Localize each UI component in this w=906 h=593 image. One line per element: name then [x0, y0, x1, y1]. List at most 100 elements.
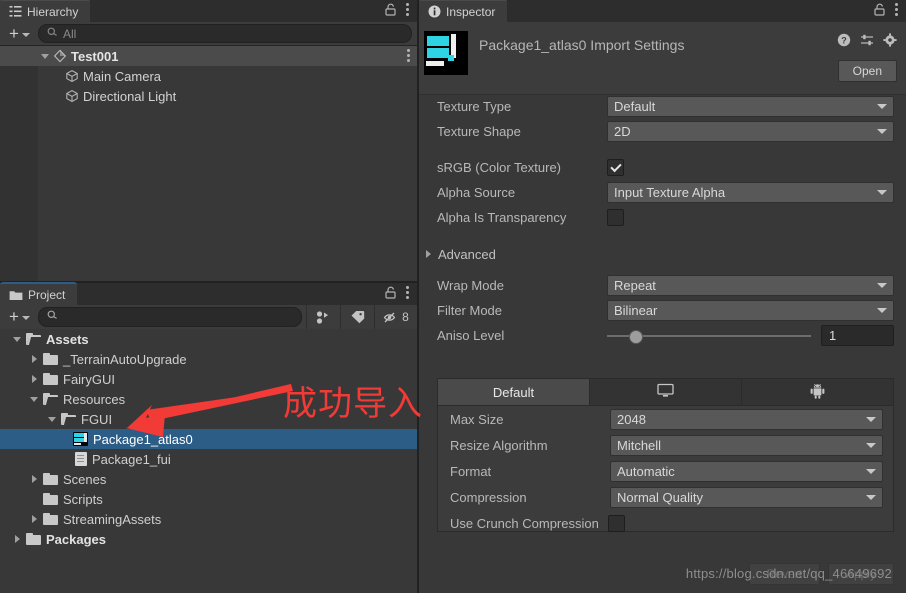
- chevron-down-icon: [41, 54, 49, 59]
- project-item-label: StreamingAssets: [63, 512, 161, 527]
- inspector-body: Texture Type Default Texture Shape 2D sR…: [419, 94, 906, 593]
- max-size-dropdown[interactable]: 2048: [610, 409, 883, 430]
- lock-icon[interactable]: [873, 3, 886, 16]
- hierarchy-item-main-camera[interactable]: Main Camera: [0, 66, 417, 86]
- create-asset-button[interactable]: +: [0, 308, 38, 327]
- project-item-streamingassets[interactable]: StreamingAssets: [0, 509, 417, 529]
- unity-scene-icon: [53, 49, 67, 63]
- assets-expand-toggle[interactable]: [10, 337, 24, 342]
- text-asset-icon: [75, 452, 87, 466]
- lock-icon[interactable]: [384, 286, 397, 299]
- chevron-down-icon: [48, 417, 56, 422]
- expand-toggle[interactable]: [27, 475, 41, 483]
- resize-algorithm-dropdown[interactable]: Mitchell: [610, 435, 883, 456]
- inspector-header: Package1_atlas0 Import Settings ?: [419, 22, 906, 95]
- chevron-right-icon: [15, 535, 20, 543]
- scene-expand-toggle[interactable]: [38, 54, 52, 59]
- project-search-input[interactable]: [38, 307, 302, 327]
- project-item-label: _TerrainAutoUpgrade: [63, 352, 187, 367]
- advanced-label: Advanced: [438, 247, 496, 262]
- lock-icon[interactable]: [384, 3, 397, 16]
- preset-icon[interactable]: [860, 33, 874, 50]
- dropdown-value: Input Texture Alpha: [614, 185, 725, 200]
- dropdown-value: Default: [614, 99, 655, 114]
- chevron-down-icon: [866, 495, 876, 500]
- srgb-checkbox[interactable]: [607, 159, 624, 176]
- aniso-level-slider[interactable]: 1: [607, 325, 894, 346]
- field-label: sRGB (Color Texture): [437, 160, 607, 175]
- project-item-package1-atlas0[interactable]: Package1_atlas0: [0, 429, 417, 449]
- compression-dropdown[interactable]: Normal Quality: [610, 487, 883, 508]
- alpha-source-dropdown[interactable]: Input Texture Alpha: [607, 182, 894, 203]
- hierarchy-item-label: Main Camera: [83, 69, 161, 84]
- expand-toggle[interactable]: [27, 355, 41, 363]
- project-item-packages[interactable]: Packages: [0, 529, 417, 549]
- hierarchy-item-directional-light[interactable]: Directional Light: [0, 86, 417, 106]
- chevron-down-icon: [877, 308, 887, 313]
- expand-toggle[interactable]: [27, 515, 41, 523]
- project-item-label: Packages: [46, 532, 106, 547]
- gear-icon[interactable]: [883, 33, 897, 50]
- project-tabbar: Project: [0, 283, 417, 305]
- plus-icon: +: [9, 27, 19, 41]
- dropdown-value: 2D: [614, 124, 631, 139]
- field-label: Format: [450, 464, 610, 479]
- aniso-level-input[interactable]: 1: [821, 325, 894, 346]
- project-item-scripts[interactable]: Scripts: [0, 489, 417, 509]
- create-gameobject-button[interactable]: +: [0, 24, 38, 43]
- chevron-down-icon: [866, 443, 876, 448]
- project-item-terrainautoupgrade[interactable]: _TerrainAutoUpgrade: [0, 349, 417, 369]
- hidden-assets-button[interactable]: 8: [374, 305, 417, 329]
- chevron-right-icon: [32, 515, 37, 523]
- scene-menu-icon[interactable]: [407, 49, 410, 62]
- expand-toggle[interactable]: [27, 375, 41, 383]
- field-alpha-is-transparency: Alpha Is Transparency: [419, 205, 906, 230]
- project-item-label: Package1_fui: [92, 452, 171, 467]
- project-item-scenes[interactable]: Scenes: [0, 469, 417, 489]
- field-max-size: Max Size 2048: [438, 406, 893, 432]
- label-filter-button[interactable]: [340, 305, 374, 329]
- tab-hierarchy[interactable]: Hierarchy: [0, 0, 90, 22]
- hierarchy-menu-icon[interactable]: [406, 3, 409, 16]
- filter-mode-dropdown[interactable]: Bilinear: [607, 300, 894, 321]
- expand-toggle[interactable]: [10, 535, 24, 543]
- asset-pipeline-filter-button[interactable]: [306, 305, 340, 329]
- label-icon: [350, 310, 366, 324]
- hidden-eye-icon: [383, 311, 400, 324]
- gameobject-cube-icon: [65, 89, 79, 103]
- format-dropdown[interactable]: Automatic: [610, 461, 883, 482]
- tab-default-platform[interactable]: Default: [438, 379, 590, 405]
- open-button[interactable]: Open: [838, 60, 897, 82]
- project-menu-icon[interactable]: [406, 286, 409, 299]
- field-filter-mode: Filter Mode Bilinear: [419, 298, 906, 323]
- gameobject-cube-icon: [65, 69, 79, 83]
- texture-shape-dropdown[interactable]: 2D: [607, 121, 894, 142]
- tab-android-platform[interactable]: [742, 379, 893, 405]
- wrap-mode-dropdown[interactable]: Repeat: [607, 275, 894, 296]
- field-label: Texture Shape: [437, 124, 607, 139]
- dropdown-value: Normal Quality: [617, 490, 703, 505]
- folder-icon: [43, 513, 58, 525]
- dropdown-value: Bilinear: [614, 303, 657, 318]
- help-icon[interactable]: ?: [837, 33, 851, 50]
- slider-track[interactable]: [607, 335, 811, 337]
- texture-type-dropdown[interactable]: Default: [607, 96, 894, 117]
- project-item-package1-fui[interactable]: Package1_fui: [0, 449, 417, 469]
- hierarchy-item-scene[interactable]: Test001: [0, 46, 417, 66]
- advanced-foldout[interactable]: Advanced: [419, 241, 906, 267]
- tab-standalone-platform[interactable]: [590, 379, 742, 405]
- slider-handle[interactable]: [629, 330, 643, 344]
- inspector-tabbar: Inspector: [419, 0, 906, 22]
- tab-inspector[interactable]: Inspector: [419, 0, 507, 22]
- folder-icon: [9, 289, 23, 301]
- use-crunch-compression-checkbox[interactable]: [608, 515, 625, 532]
- project-item-assets[interactable]: Assets: [0, 329, 417, 349]
- inspector-menu-icon[interactable]: [895, 3, 898, 16]
- expand-toggle[interactable]: [45, 417, 59, 422]
- tab-project[interactable]: Project: [0, 282, 77, 305]
- expand-toggle[interactable]: [27, 397, 41, 402]
- tab-hierarchy-label: Hierarchy: [27, 5, 78, 19]
- inspector-panel: Inspector Package1_atlas0 Im: [419, 0, 906, 593]
- hierarchy-search-input[interactable]: All: [38, 24, 412, 43]
- alpha-is-transparency-checkbox[interactable]: [607, 209, 624, 226]
